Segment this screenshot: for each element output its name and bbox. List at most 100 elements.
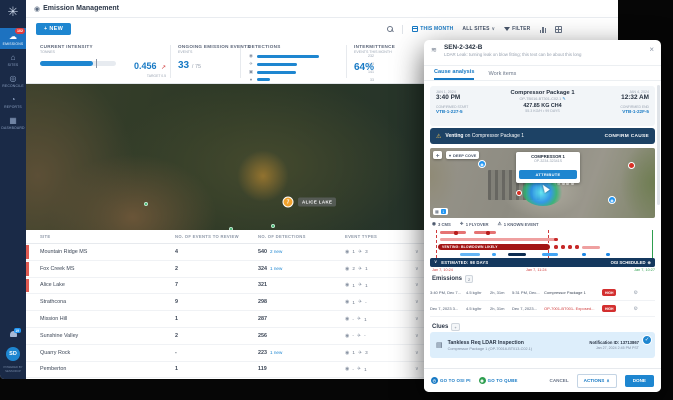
intensity-progress-bar <box>40 61 116 66</box>
check-circle-icon[interactable]: ✓ <box>642 335 652 345</box>
events-to-review: 1 <box>175 366 258 372</box>
row-settings-icon[interactable]: ⚙ <box>626 290 638 296</box>
map-site-dot[interactable] <box>271 224 275 228</box>
grid-view-icon[interactable] <box>555 26 562 33</box>
ongoing-total: / 75 <box>192 64 201 70</box>
estimate-bar[interactable]: ∨ ESTIMATED: 98 DAYS OGI SCHEDULED⊕ <box>430 258 655 267</box>
confirm-cause-button[interactable]: CONFIRM CAUSE <box>605 134 649 139</box>
severity-badge: HIGH <box>602 289 616 296</box>
new-button[interactable]: + NEW <box>36 23 71 35</box>
attribute-button[interactable]: ATTRIBUTE <box>519 170 577 179</box>
detections-count: 324 <box>258 266 267 272</box>
app-icon: ◉ <box>34 5 40 13</box>
crosshair-control[interactable]: ✛ <box>433 151 442 159</box>
flyover-icon: ✈ <box>357 333 361 339</box>
funnel-icon <box>504 27 510 31</box>
sites-filter[interactable]: ALL SITES∨ <box>462 26 495 32</box>
layers-toggle[interactable]: ▦1 <box>433 208 448 215</box>
detections-count: 287 <box>258 316 267 322</box>
sidebar-item-label: RECONCILE <box>2 84 24 88</box>
map-marker-alice-lake[interactable]: 7 <box>283 197 294 208</box>
avatar[interactable]: SD <box>6 347 20 361</box>
powered-by-label: POWERED BY SENSORUP <box>0 366 26 373</box>
sidebar: ✳ 102 EMISSIONS SITES RECONCILE REPORTS <box>0 0 26 379</box>
go-to-osi-pi-link[interactable]: ◴GO TO OSI PI <box>431 377 471 384</box>
flyover-icon: ✈ <box>358 350 362 356</box>
site-name: Strathcona <box>40 299 175 305</box>
done-button[interactable]: DONE <box>625 375 654 387</box>
brand-logo-icon: ✳ <box>8 4 19 20</box>
cancel-button[interactable]: CANCEL <box>550 378 569 383</box>
event-types: ◉1 ✈3 <box>345 249 415 255</box>
section-title: Emissions <box>432 276 462 282</box>
event-types: ◉- ✈- <box>345 333 415 339</box>
notification-id: Notification ID: 13713867 <box>589 340 639 345</box>
clue-card[interactable]: ▤ Tankless Req LDAR Inspection Compresso… <box>430 332 655 358</box>
sidebar-item[interactable]: RECONCILE <box>0 70 26 91</box>
site-name: Alice Lake <box>40 282 175 288</box>
osi-pi-icon: ◴ <box>431 377 438 384</box>
section-title: Clues <box>432 324 448 330</box>
site-name: Pemberton <box>40 366 175 372</box>
alert-marker[interactable] <box>628 162 635 169</box>
cause-event: Venting <box>445 133 463 139</box>
camera-marker[interactable]: ◉ <box>608 196 616 204</box>
close-icon[interactable]: × <box>649 45 654 54</box>
search-icon[interactable] <box>387 26 393 32</box>
map-site-dot[interactable] <box>144 202 148 206</box>
tab-work-items[interactable]: Work items <box>488 71 516 80</box>
sensor-icon: ≋ <box>431 46 437 54</box>
plus-circle-icon: ⊕ <box>647 260 651 265</box>
venting-bar: VENTING: BLOWDOWN LIKELY <box>438 244 550 250</box>
emission-source[interactable]: Compressor Package 1 <box>544 290 602 295</box>
emission-source[interactable]: OP-7001-BT001- Exposed... <box>544 306 602 311</box>
emissions-section-header: Emissions 2 <box>432 275 473 283</box>
event-timeline[interactable]: VENTING: BLOWDOWN LIKELY ∨ ESTIMATED: 98… <box>430 230 655 272</box>
sidebar-item[interactable]: REPORTS <box>0 91 26 112</box>
analytics-icon[interactable] <box>540 26 547 33</box>
end-time: 12:32 AM <box>621 94 649 101</box>
flyover-icon: ✈ <box>358 282 362 288</box>
emission-row[interactable]: 3:40 PM, Dec 7... 4.5 kg/hr 2h, 31m 5:31… <box>430 285 655 301</box>
sidebar-item-label: REPORTS <box>4 105 22 109</box>
camera-marker[interactable]: ◉ <box>478 160 486 168</box>
panel-scrollbar[interactable] <box>657 85 660 205</box>
sidebar-item[interactable]: DASHBOARD <box>0 112 26 133</box>
legend-item: ⚠ 1 KNOWN EVENT <box>498 221 539 227</box>
edit-icon[interactable]: ✎ <box>562 97 565 101</box>
notifications-bell-icon[interactable]: 19 <box>9 331 18 339</box>
toolbar-right: THIS MONTH ALL SITES∨ FILTER <box>387 25 562 34</box>
clue-title: Tankless Req LDAR Inspection <box>448 340 532 346</box>
site-name: Quarry Rock <box>40 350 175 356</box>
panel-header: ≋ SEN-2-342-B LDAR Leak: turning leak on… <box>424 40 661 66</box>
sidebar-item[interactable]: 102 EMISSIONS <box>0 28 26 49</box>
emission-end: Dec 7, 2023... <box>512 306 544 311</box>
tab-cause-analysis[interactable]: Cause analysis <box>434 69 474 80</box>
go-to-qube-link[interactable]: ◉GO TO QUBE <box>479 377 518 384</box>
start-reference-link[interactable]: VTB-1-227-5 <box>436 109 494 114</box>
notification-count-badge: 102 <box>15 28 25 34</box>
event-types: ◉1 ✈1 <box>345 282 415 288</box>
events-to-review: 4 <box>175 249 258 255</box>
panel-tabs: Cause analysis Work items <box>424 66 661 81</box>
events-to-review: 2 <box>175 333 258 339</box>
cause-target: on Compressor Package 1 <box>463 133 524 139</box>
row-settings-icon[interactable]: ⚙ <box>626 306 638 312</box>
emission-end: 5:31 PM, Dec... <box>512 290 544 295</box>
filter-button[interactable]: FILTER <box>504 26 530 32</box>
sidebar-item[interactable]: SITES <box>0 49 26 70</box>
site-minimap[interactable]: ✛ ▾DEEP COVE COMPRESSOR 1 OP-3234-32341S… <box>430 148 655 218</box>
page-title: Emission Management <box>43 5 119 12</box>
end-reference-link[interactable]: VTB-1-22F-5 <box>622 109 649 114</box>
ongoing-value: 33 <box>178 60 189 71</box>
legend-item: ◉ 3 CMS <box>432 221 451 227</box>
timeline-axis: Jan 7, 10:24 Jan 7, 11:24 Jan 7, 10:27 <box>430 268 655 274</box>
emission-row[interactable]: Dec 7, 2023 3... 4.5 kg/hr 2h, 31m Dec 7… <box>430 301 655 317</box>
chevron-down-icon: ∨ <box>492 26 496 32</box>
period-filter[interactable]: THIS MONTH <box>412 26 453 32</box>
detection-value: 33 <box>370 78 374 82</box>
axis-end: Jan 7, 10:27 <box>634 268 655 272</box>
detections-count: 298 <box>258 299 267 305</box>
actions-button[interactable]: ACTIONS∧ <box>577 374 617 388</box>
cms-icon: ◉ <box>345 282 349 288</box>
